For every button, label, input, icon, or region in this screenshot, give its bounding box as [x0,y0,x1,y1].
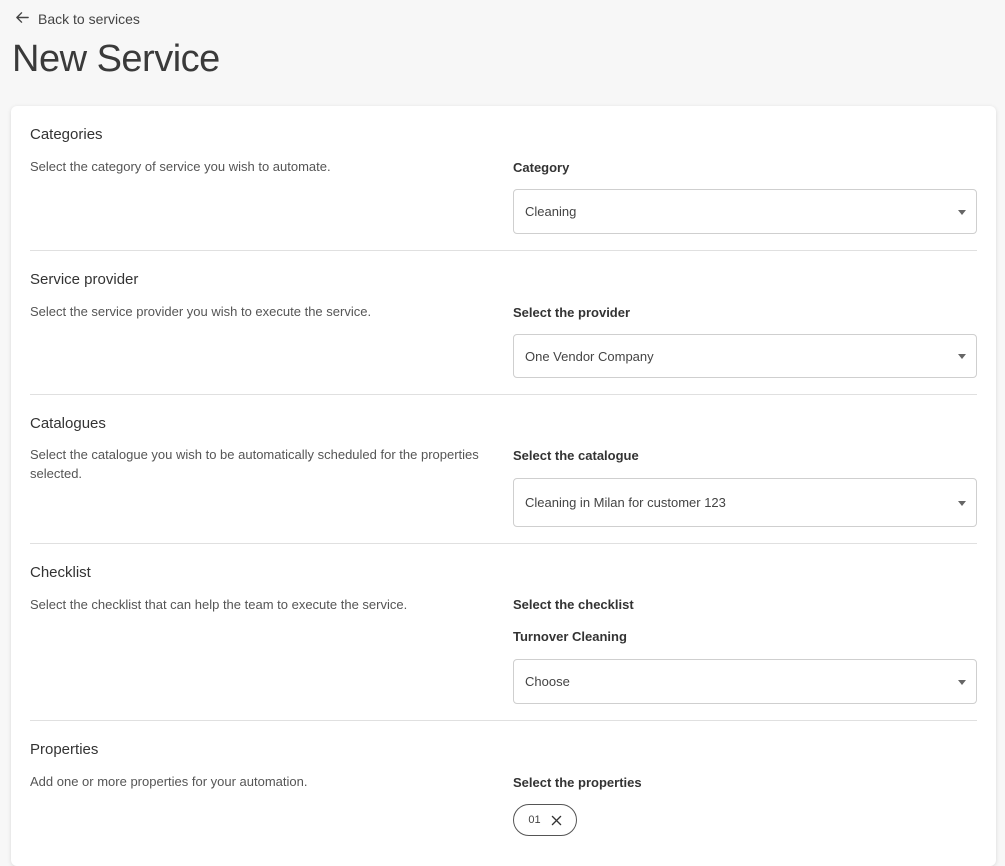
categories-description: Select the category of service you wish … [30,159,331,174]
close-icon[interactable] [551,815,562,826]
checklist-value: Choose [525,674,570,689]
provider-description: Select the service provider you wish to … [30,304,372,319]
properties-description: Add one or more properties for your auto… [30,774,308,789]
properties-title: Properties [30,741,99,758]
categories-title: Categories [30,126,103,143]
checklist-label: Select the checklist [513,597,634,612]
checklist-sublabel: Turnover Cleaning [513,629,627,644]
properties-section: Properties Add one or more properties fo… [30,721,977,866]
provider-value: One Vendor Company [525,348,654,364]
arrow-left-icon [15,10,30,28]
properties-label: Select the properties [513,775,642,790]
checklist-description: Select the checklist that can help the t… [30,597,408,612]
checklist-title: Checklist [30,564,91,581]
catalogues-description: Select the catalogue you wish to be auto… [30,447,479,481]
caret-down-icon [958,679,966,685]
caret-down-icon [958,354,966,359]
catalogue-value: Cleaning in Milan for customer 123 [525,495,726,510]
category-value: Cleaning [525,204,577,219]
checklist-section: Checklist Select the checklist that can … [30,544,977,721]
provider-select[interactable]: One Vendor Company [513,334,977,378]
catalogue-select[interactable]: Cleaning in Milan for customer 123 [513,478,977,527]
category-select[interactable]: Cleaning [513,189,977,234]
property-chip-label: 01 [528,814,541,826]
provider-title: Service provider [30,271,139,288]
caret-down-icon [958,500,966,506]
page-title: New Service [12,38,220,80]
back-to-services-link[interactable]: Back to services [15,9,140,29]
catalogue-label: Select the catalogue [513,448,639,463]
caret-down-icon [958,209,966,215]
service-form-card: Categories Select the category of servic… [11,106,996,866]
checklist-select[interactable]: Choose [513,659,977,704]
provider-label: Select the provider [513,305,631,320]
catalogues-section: Catalogues Select the catalogue you wish… [30,395,977,544]
categories-section: Categories Select the category of servic… [30,106,977,251]
property-chip: 01 [513,804,577,836]
back-label: Back to services [38,11,140,27]
catalogues-title: Catalogues [30,415,106,432]
provider-section: Service provider Select the service prov… [30,251,977,395]
category-label: Category [513,160,570,175]
